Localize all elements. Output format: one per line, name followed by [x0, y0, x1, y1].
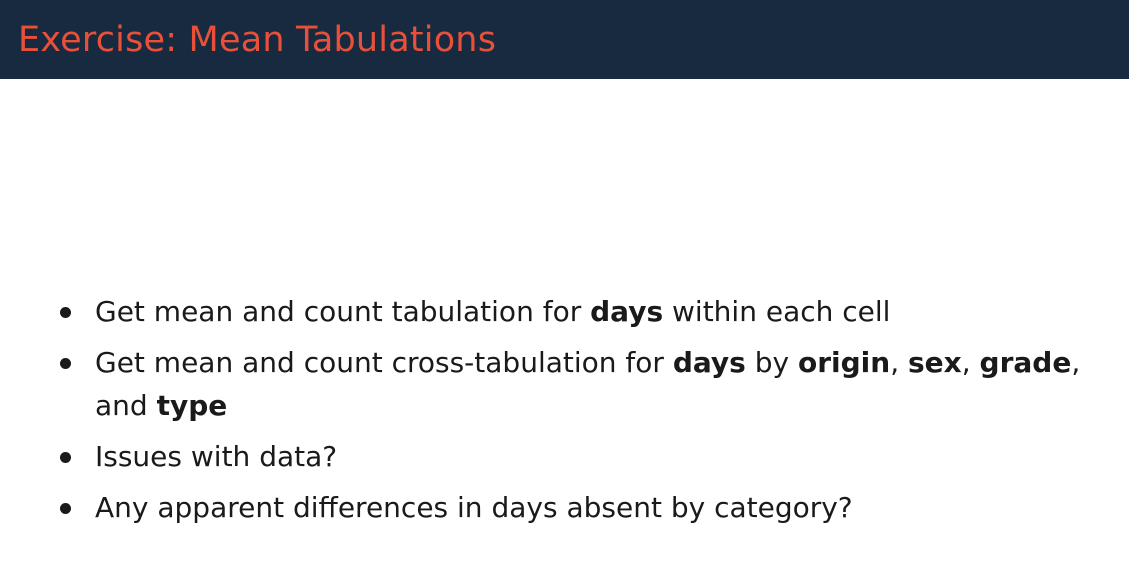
slide: Exercise: Mean Tabulations Get mean and …	[0, 0, 1129, 572]
bold-text-run: sex	[908, 346, 962, 379]
bullet-icon	[60, 358, 71, 369]
bold-text-run: origin	[797, 346, 891, 379]
bullet-text: Issues with data?	[95, 440, 337, 473]
bullet-text: Get mean and count cross-tabulation for …	[95, 346, 1080, 422]
text-run: ,	[890, 346, 909, 379]
bold-text-run: grade	[979, 346, 1072, 379]
bullet-text: Any apparent differences in days absent …	[95, 491, 853, 524]
bold-text-run: days	[672, 346, 746, 379]
text-run: Get mean and count tabulation for	[95, 295, 591, 328]
text-run: by	[745, 346, 798, 379]
bullet-list: Get mean and count tabulation for days w…	[60, 290, 1100, 537]
bullet-item: Get mean and count tabulation for days w…	[60, 290, 1100, 333]
bullet-item: Any apparent differences in days absent …	[60, 486, 1100, 529]
bullet-icon	[60, 307, 71, 318]
bullet-item: Issues with data?	[60, 435, 1100, 478]
text-run: ,	[961, 346, 980, 379]
title-bar: Exercise: Mean Tabulations	[0, 0, 1129, 79]
bullet-icon	[60, 503, 71, 514]
bold-text-run: type	[156, 389, 228, 422]
text-run: Get mean and count cross-tabulation for	[95, 346, 673, 379]
bold-text-run: days	[590, 295, 664, 328]
text-run: Issues with data?	[95, 440, 338, 473]
text-run: Any apparent differences in days absent …	[95, 491, 853, 524]
bullet-text: Get mean and count tabulation for days w…	[95, 295, 890, 328]
bullet-item: Get mean and count cross-tabulation for …	[60, 341, 1100, 427]
bullet-icon	[60, 452, 71, 463]
slide-title: Exercise: Mean Tabulations	[18, 20, 497, 60]
text-run: within each cell	[663, 295, 891, 328]
